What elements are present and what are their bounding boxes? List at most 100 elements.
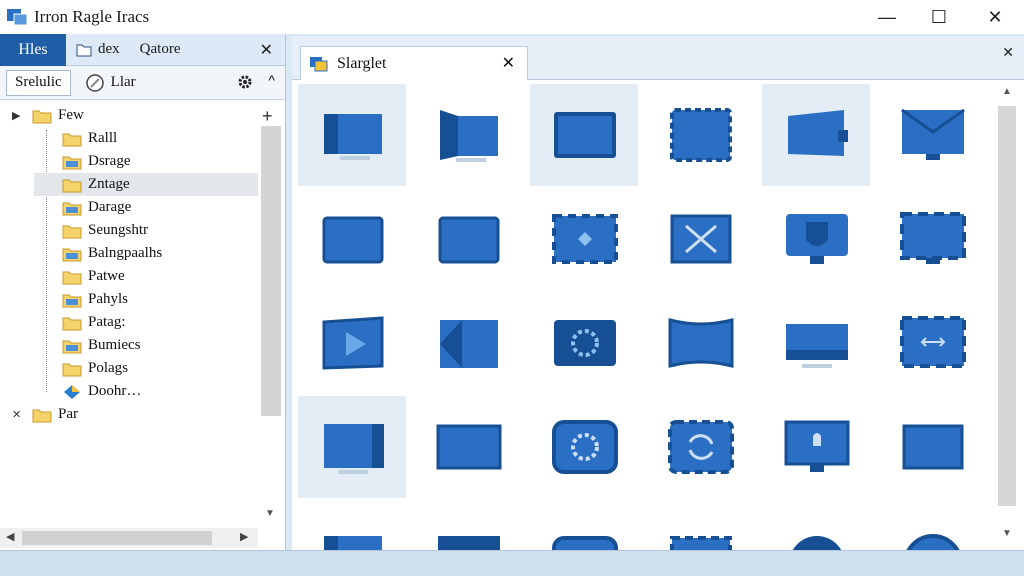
- tree-item-label: Polags: [88, 360, 129, 376]
- maximize-button[interactable]: ☐: [914, 0, 964, 34]
- llar-label: Llar: [110, 74, 136, 90]
- gallery-vertical-scrollbar[interactable]: ▲ ▼: [996, 84, 1018, 544]
- icon-tile[interactable]: [762, 188, 870, 290]
- icon-tile[interactable]: [530, 188, 638, 290]
- scroll-right-icon[interactable]: ▶: [240, 530, 248, 543]
- folder-icon: [62, 133, 82, 146]
- icon-tile[interactable]: [878, 84, 986, 186]
- refresh-frame-icon: [668, 420, 734, 474]
- tree-item[interactable]: Zntage: [34, 173, 258, 196]
- explorer-panel: Hles dex Qatore ✕ Srelulic Llar ^ ▶ Few Ra…: [0, 33, 286, 550]
- tree-item[interactable]: Polags: [0, 357, 258, 380]
- icon-tile[interactable]: [298, 84, 406, 186]
- icon-tile[interactable]: [762, 500, 870, 550]
- icon-tile[interactable]: [762, 292, 870, 394]
- collapse-icon[interactable]: ^: [268, 72, 275, 88]
- tree-item[interactable]: Bumiecs: [0, 334, 258, 357]
- folder-icon: [62, 248, 82, 261]
- tree-horizontal-scrollbar[interactable]: ◀ ▶: [0, 528, 258, 548]
- partial-monitor-icon: [324, 536, 382, 550]
- srelulic-button[interactable]: Srelulic: [6, 69, 71, 96]
- add-button[interactable]: +: [262, 106, 273, 127]
- icon-tile[interactable]: [298, 396, 406, 498]
- panel-close-icon[interactable]: ✕: [1002, 44, 1014, 61]
- tree-item[interactable]: Balngpaalhs: [0, 242, 258, 265]
- tree-item[interactable]: Doohr…: [0, 380, 258, 403]
- tree-item[interactable]: Pahyls: [0, 288, 258, 311]
- tree-item[interactable]: ▶ Few: [0, 104, 258, 127]
- tree-item[interactable]: Patwe: [0, 265, 258, 288]
- icon-tile[interactable]: [414, 84, 522, 186]
- tree-item-label: Dsrage: [88, 153, 131, 169]
- close-button[interactable]: ✕: [970, 0, 1020, 34]
- scroll-down-icon[interactable]: ▼: [265, 508, 275, 519]
- tree-item[interactable]: ✕ Par: [0, 403, 258, 426]
- tree-vertical-scrollbar[interactable]: ▼: [260, 126, 282, 526]
- icon-tile[interactable]: [762, 396, 870, 498]
- tree-item[interactable]: Dsrage: [0, 150, 258, 173]
- tab-slarglet-label: Slarglet: [337, 54, 387, 72]
- icon-tile[interactable]: [646, 292, 754, 394]
- expand-arrow-icon[interactable]: ▶: [12, 109, 20, 122]
- scrollbar-thumb[interactable]: [261, 126, 281, 416]
- icon-tile[interactable]: [298, 500, 406, 550]
- icon-tile[interactable]: [414, 292, 522, 394]
- window-title: Irron Ragle Iracs: [34, 7, 150, 26]
- tree-item-label: Few: [58, 107, 84, 123]
- icon-tile[interactable]: [762, 84, 870, 186]
- explorer-tabs: Hles dex Qatore ✕: [0, 33, 285, 66]
- icon-tile[interactable]: [298, 188, 406, 290]
- cog-screen-icon: [552, 420, 618, 474]
- tree-item[interactable]: Seungshtr: [0, 219, 258, 242]
- tab-dex[interactable]: dex: [66, 34, 130, 66]
- scroll-down-icon[interactable]: ▼: [1002, 528, 1012, 539]
- icon-grid: [298, 84, 996, 550]
- collapse-x-icon[interactable]: ✕: [12, 408, 21, 421]
- scroll-left-icon[interactable]: ◀: [6, 530, 14, 543]
- icon-tile[interactable]: [414, 500, 522, 550]
- tree-item[interactable]: Ralll: [0, 127, 258, 150]
- icon-tile[interactable]: [646, 396, 754, 498]
- icon-tile[interactable]: [878, 396, 986, 498]
- tree-item[interactable]: Darage: [0, 196, 258, 219]
- monitor-stand-icon: [901, 108, 965, 160]
- icon-tile[interactable]: [414, 396, 522, 498]
- tree-item-label: Bumiecs: [88, 337, 141, 353]
- minimize-button[interactable]: —: [862, 0, 912, 34]
- tree-item-label: Patwe: [88, 268, 125, 284]
- llar-button[interactable]: Llar: [85, 73, 136, 93]
- play-monitor-icon: [322, 316, 384, 370]
- tab-slarglet[interactable]: Slarglet ✕: [300, 46, 528, 80]
- icon-tile[interactable]: [530, 500, 638, 550]
- folder-icon: [62, 156, 82, 169]
- monitor-tilt-icon: [788, 110, 848, 156]
- tab-close-icon[interactable]: ✕: [502, 53, 515, 73]
- scrollbar-thumb[interactable]: [998, 106, 1016, 506]
- icon-tile[interactable]: [530, 84, 638, 186]
- icon-tile[interactable]: [646, 188, 754, 290]
- partial-panel-icon: [438, 536, 500, 550]
- folder-icon: [62, 294, 82, 307]
- icon-tile[interactable]: [414, 188, 522, 290]
- panel-icon: [322, 216, 384, 264]
- icon-tile[interactable]: [878, 292, 986, 394]
- folder-icon: [62, 271, 82, 284]
- gear-screen-icon: [554, 320, 616, 366]
- explorer-toolbar: Srelulic Llar ^: [0, 66, 285, 100]
- tab-qatore[interactable]: Qatore: [130, 34, 191, 66]
- icon-tile[interactable]: [646, 500, 754, 550]
- folder-icon: [62, 317, 82, 330]
- icon-tile[interactable]: [530, 292, 638, 394]
- icon-tile[interactable]: [298, 292, 406, 394]
- tree-item[interactable]: Patag:: [0, 311, 258, 334]
- tree-item-label: Pahyls: [88, 291, 129, 307]
- icon-tile[interactable]: [530, 396, 638, 498]
- scrollbar-thumb[interactable]: [22, 531, 212, 545]
- gear-icon[interactable]: [237, 74, 253, 90]
- scroll-up-icon[interactable]: ▲: [1002, 86, 1012, 97]
- tab-hles[interactable]: Hles: [0, 33, 66, 66]
- icon-tile[interactable]: [646, 84, 754, 186]
- panel-close-icon[interactable]: ✕: [260, 40, 273, 60]
- icon-tile[interactable]: [878, 500, 986, 550]
- icon-tile[interactable]: [878, 188, 986, 290]
